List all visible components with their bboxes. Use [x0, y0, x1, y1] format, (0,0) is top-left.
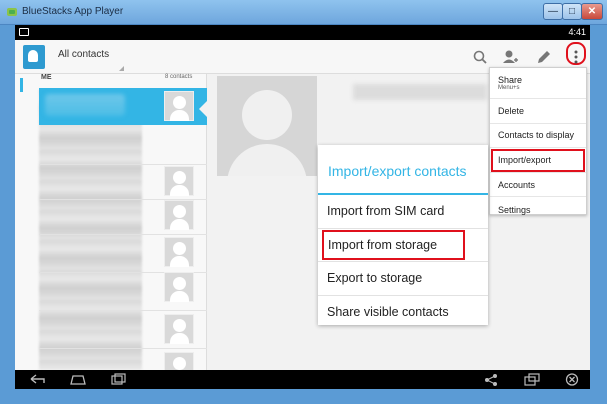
edit-icon[interactable] [535, 48, 553, 66]
status-time: 4:41 [568, 27, 586, 37]
option-label: Share visible contacts [327, 304, 449, 319]
spinner-corner-icon [119, 66, 124, 71]
menu-item-delete[interactable]: Delete [490, 99, 586, 124]
close-window-button[interactable]: ✕ [581, 3, 603, 20]
blurred-selected-name [45, 94, 125, 116]
option-label: Import from SIM card [327, 204, 445, 218]
recents-icon[interactable] [109, 373, 127, 386]
fast-scroll-indicator[interactable] [20, 78, 23, 92]
android-screen: 4:41 All contacts ME 8 contacts Share Me… [15, 25, 590, 389]
menu-item-label: Accounts [498, 179, 536, 190]
menu-item-label: Contacts to display [498, 130, 575, 141]
contact-thumbnail[interactable] [164, 314, 194, 344]
contacts-app-icon[interactable] [23, 45, 45, 69]
menu-item-share[interactable]: Share Menu+s [490, 68, 586, 99]
window-title: BlueStacks App Player [22, 6, 124, 17]
minimize-button[interactable]: — [543, 3, 563, 20]
contact-thumbnail[interactable] [164, 272, 194, 302]
avatar-body-shape [227, 144, 307, 176]
menu-item-accounts[interactable]: Accounts [490, 173, 586, 198]
maximize-button[interactable]: □ [562, 3, 582, 20]
contact-thumbnail[interactable] [164, 237, 194, 267]
contacts-list-pane[interactable]: ME 8 contacts [15, 74, 207, 382]
screenshot-notification-icon [19, 28, 29, 36]
import-from-sim-option[interactable]: Import from SIM card [318, 195, 488, 229]
bluestacks-window: BlueStacks App Player — □ ✕ 4:41 All con… [0, 0, 607, 404]
share-visible-contacts-option[interactable]: Share visible contacts [318, 296, 488, 326]
import-from-storage-option[interactable]: Import from storage [318, 229, 488, 262]
overflow-menu-icon[interactable] [567, 48, 585, 66]
overflow-menu: Share Menu+s Delete Contacts to display … [489, 67, 587, 215]
menu-item-shortcut: Menu+s [498, 85, 520, 91]
row-divider [39, 348, 207, 349]
blurred-contact-name [353, 84, 487, 100]
blurred-contact-names [39, 90, 142, 370]
selection-pointer [199, 101, 207, 117]
import-export-dialog: Import/export contacts Import from SIM c… [318, 145, 488, 325]
export-to-storage-option[interactable]: Export to storage [318, 262, 488, 296]
window-title-bar[interactable]: BlueStacks App Player — □ ✕ [0, 0, 607, 25]
contact-thumbnail[interactable] [164, 91, 194, 121]
menu-item-import-export[interactable]: Import/export [490, 148, 586, 173]
back-icon[interactable] [29, 373, 47, 386]
menu-item-label: Settings [498, 204, 531, 215]
contact-thumbnail[interactable] [164, 166, 194, 196]
status-bar: 4:41 [15, 25, 590, 40]
contacts-filter-title[interactable]: All contacts [58, 49, 109, 60]
option-label: Export to storage [327, 271, 423, 285]
menu-item-settings[interactable]: Settings [490, 197, 586, 222]
option-label: Import from storage [322, 229, 466, 260]
home-icon[interactable] [69, 373, 87, 386]
list-section-me: ME [41, 74, 52, 81]
add-contact-icon[interactable] [501, 48, 519, 66]
contacts-count: 8 contacts [165, 74, 193, 80]
menu-item-label: Share [498, 75, 523, 85]
dialog-title: Import/export contacts [318, 145, 488, 195]
row-divider [39, 310, 207, 311]
window-toggle-icon[interactable] [523, 373, 541, 386]
contact-thumbnail[interactable] [164, 200, 194, 230]
menu-item-label: Delete [498, 105, 525, 116]
row-divider [39, 234, 207, 235]
contact-photo-placeholder[interactable] [217, 76, 317, 176]
share-icon[interactable] [482, 373, 500, 386]
menu-item-contacts-to-display[interactable]: Contacts to display [490, 124, 586, 149]
bluestacks-logo-icon [7, 8, 17, 16]
menu-item-label: Import/export [498, 154, 552, 165]
search-icon[interactable] [471, 48, 489, 66]
close-app-icon[interactable] [563, 373, 581, 386]
navigation-bar [15, 370, 590, 389]
avatar-head-shape [242, 90, 292, 140]
row-divider [39, 164, 207, 165]
